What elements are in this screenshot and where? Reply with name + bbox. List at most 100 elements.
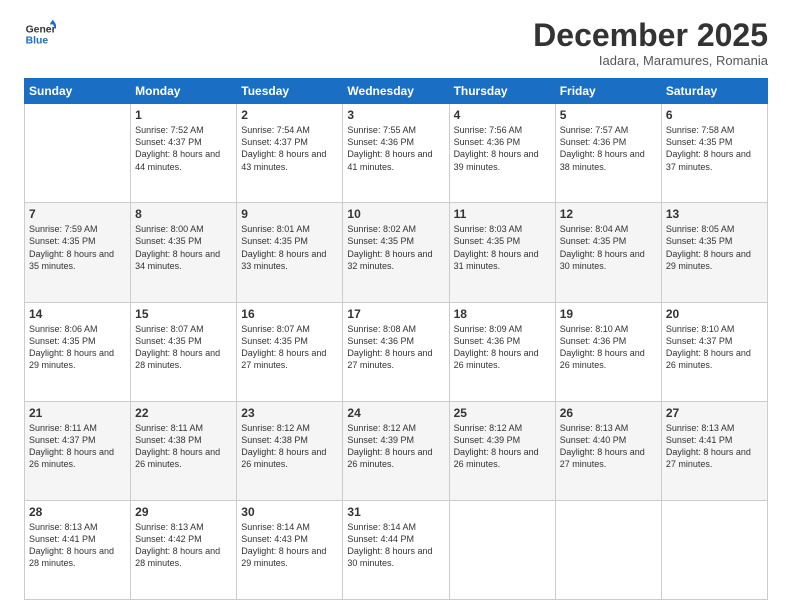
day-number: 10 (347, 207, 444, 221)
table-row: 6Sunrise: 7:58 AM Sunset: 4:35 PM Daylig… (661, 104, 767, 203)
day-number: 16 (241, 307, 338, 321)
cell-info: Sunrise: 7:59 AM Sunset: 4:35 PM Dayligh… (29, 223, 126, 272)
day-number: 5 (560, 108, 657, 122)
day-number: 12 (560, 207, 657, 221)
day-number: 9 (241, 207, 338, 221)
table-row: 19 Sunrise: 8:10 AM Sunset: 4:36 PM Dayli… (555, 302, 661, 401)
day-number: 8 (135, 207, 232, 221)
page: General Blue December 2025 Iadara, Maram… (0, 0, 792, 612)
day-number: 17 (347, 307, 444, 321)
cell-info: Sunrise: 8:02 AM Sunset: 4:35 PM Dayligh… (347, 223, 444, 272)
table-row: 20Sunrise: 8:10 AM Sunset: 4:37 PM Dayli… (661, 302, 767, 401)
table-row: 13 Sunrise: 8:05 AM Sunset: 4:35 PM Dayli… (661, 203, 767, 302)
cell-info: Sunrise: 8:07 AM Sunset: 4:35 PM Dayligh… (241, 323, 338, 372)
table-row: 25 Sunrise: 8:12 AM Sunset: 4:39 PM Dayli… (449, 401, 555, 500)
day-number: 2 (241, 108, 338, 122)
day-number: 21 (29, 406, 126, 420)
table-row: 12 Sunrise: 8:04 AM Sunset: 4:35 PM Dayli… (555, 203, 661, 302)
cell-info: Sunrise: 8:03 AM Sunset: 4:35 PM Dayligh… (454, 223, 551, 272)
table-row: 27 Sunrise: 8:13 AM Sunset: 4:41 PM Dayli… (661, 401, 767, 500)
table-row (555, 500, 661, 599)
cell-info: Sunrise: 8:13 AM Sunset: 4:41 PM Dayligh… (29, 521, 126, 570)
day-number: 19 (560, 307, 657, 321)
cell-info: Sunrise: 8:10 AM Sunset: 4:36 PM Dayligh… (560, 323, 657, 372)
cell-info: Sunrise: 8:00 AM Sunset: 4:35 PM Dayligh… (135, 223, 232, 272)
cell-info: Sunrise: 8:12 AM Sunset: 4:39 PM Dayligh… (454, 422, 551, 471)
cell-info: Sunrise: 8:14 AM Sunset: 4:43 PM Dayligh… (241, 521, 338, 570)
table-row: 2 Sunrise: 7:54 AM Sunset: 4:37 PM Daylig… (237, 104, 343, 203)
cell-info: Sunrise: 8:13 AM Sunset: 4:41 PM Dayligh… (666, 422, 763, 471)
table-row: 31Sunrise: 8:14 AM Sunset: 4:44 PM Dayli… (343, 500, 449, 599)
logo-icon: General Blue (24, 18, 56, 50)
cell-info: Sunrise: 8:13 AM Sunset: 4:40 PM Dayligh… (560, 422, 657, 471)
day-number: 27 (666, 406, 763, 420)
table-row: 30 Sunrise: 8:14 AM Sunset: 4:43 PM Dayli… (237, 500, 343, 599)
table-row: 17 Sunrise: 8:08 AM Sunset: 4:36 PM Dayli… (343, 302, 449, 401)
day-number: 28 (29, 505, 126, 519)
cell-info: Sunrise: 8:01 AM Sunset: 4:35 PM Dayligh… (241, 223, 338, 272)
table-row: 5 Sunrise: 7:57 AM Sunset: 4:36 PM Daylig… (555, 104, 661, 203)
day-number: 25 (454, 406, 551, 420)
table-row: 28 Sunrise: 8:13 AM Sunset: 4:41 PM Dayli… (25, 500, 131, 599)
day-number: 4 (454, 108, 551, 122)
table-row: 11 Sunrise: 8:03 AM Sunset: 4:35 PM Dayli… (449, 203, 555, 302)
day-number: 3 (347, 108, 444, 122)
table-row: 18 Sunrise: 8:09 AM Sunset: 4:36 PM Dayli… (449, 302, 555, 401)
header: General Blue December 2025 Iadara, Maram… (24, 18, 768, 68)
table-row (25, 104, 131, 203)
day-number: 30 (241, 505, 338, 519)
logo: General Blue (24, 18, 56, 50)
table-row: 10 Sunrise: 8:02 AM Sunset: 4:35 PM Dayli… (343, 203, 449, 302)
day-number: 15 (135, 307, 232, 321)
table-row: 4 Sunrise: 7:56 AM Sunset: 4:36 PM Daylig… (449, 104, 555, 203)
cell-info: Sunrise: 8:09 AM Sunset: 4:36 PM Dayligh… (454, 323, 551, 372)
day-number: 1 (135, 108, 232, 122)
col-tuesday: Tuesday (237, 79, 343, 104)
col-saturday: Saturday (661, 79, 767, 104)
cell-info: Sunrise: 7:56 AM Sunset: 4:36 PM Dayligh… (454, 124, 551, 173)
calendar-table: Sunday Monday Tuesday Wednesday Thursday… (24, 78, 768, 600)
col-monday: Monday (131, 79, 237, 104)
table-row: 29Sunrise: 8:13 AM Sunset: 4:42 PM Dayli… (131, 500, 237, 599)
table-row: 7Sunrise: 7:59 AM Sunset: 4:35 PM Daylig… (25, 203, 131, 302)
day-number: 26 (560, 406, 657, 420)
cell-info: Sunrise: 7:57 AM Sunset: 4:36 PM Dayligh… (560, 124, 657, 173)
day-number: 22 (135, 406, 232, 420)
day-number: 24 (347, 406, 444, 420)
cell-info: Sunrise: 7:52 AM Sunset: 4:37 PM Dayligh… (135, 124, 232, 173)
cell-info: Sunrise: 7:54 AM Sunset: 4:37 PM Dayligh… (241, 124, 338, 173)
table-row: 14Sunrise: 8:06 AM Sunset: 4:35 PM Dayli… (25, 302, 131, 401)
table-row: 16 Sunrise: 8:07 AM Sunset: 4:35 PM Dayli… (237, 302, 343, 401)
cell-info: Sunrise: 8:04 AM Sunset: 4:35 PM Dayligh… (560, 223, 657, 272)
table-row: 9 Sunrise: 8:01 AM Sunset: 4:35 PM Daylig… (237, 203, 343, 302)
col-friday: Friday (555, 79, 661, 104)
table-row: 22 Sunrise: 8:11 AM Sunset: 4:38 PM Dayli… (131, 401, 237, 500)
title-block: December 2025 Iadara, Maramures, Romania (533, 18, 768, 68)
day-number: 13 (666, 207, 763, 221)
cell-info: Sunrise: 8:12 AM Sunset: 4:39 PM Dayligh… (347, 422, 444, 471)
table-row: 21 Sunrise: 8:11 AM Sunset: 4:37 PM Dayli… (25, 401, 131, 500)
day-number: 11 (454, 207, 551, 221)
day-number: 18 (454, 307, 551, 321)
table-row: 24 Sunrise: 8:12 AM Sunset: 4:39 PM Dayli… (343, 401, 449, 500)
day-number: 20 (666, 307, 763, 321)
month-title: December 2025 (533, 18, 768, 53)
calendar-header-row: Sunday Monday Tuesday Wednesday Thursday… (25, 79, 768, 104)
cell-info: Sunrise: 8:08 AM Sunset: 4:36 PM Dayligh… (347, 323, 444, 372)
svg-text:Blue: Blue (26, 36, 49, 47)
cell-info: Sunrise: 8:13 AM Sunset: 4:42 PM Dayligh… (135, 521, 232, 570)
table-row: 3Sunrise: 7:55 AM Sunset: 4:36 PM Daylig… (343, 104, 449, 203)
table-row: 15Sunrise: 8:07 AM Sunset: 4:35 PM Dayli… (131, 302, 237, 401)
col-wednesday: Wednesday (343, 79, 449, 104)
cell-info: Sunrise: 8:12 AM Sunset: 4:38 PM Dayligh… (241, 422, 338, 471)
table-row: 8 Sunrise: 8:00 AM Sunset: 4:35 PM Daylig… (131, 203, 237, 302)
table-row (449, 500, 555, 599)
col-thursday: Thursday (449, 79, 555, 104)
cell-info: Sunrise: 8:05 AM Sunset: 4:35 PM Dayligh… (666, 223, 763, 272)
day-number: 6 (666, 108, 763, 122)
cell-info: Sunrise: 8:11 AM Sunset: 4:37 PM Dayligh… (29, 422, 126, 471)
location: Iadara, Maramures, Romania (533, 53, 768, 68)
table-row: 23Sunrise: 8:12 AM Sunset: 4:38 PM Dayli… (237, 401, 343, 500)
cell-info: Sunrise: 8:11 AM Sunset: 4:38 PM Dayligh… (135, 422, 232, 471)
table-row: 1 Sunrise: 7:52 AM Sunset: 4:37 PM Daylig… (131, 104, 237, 203)
